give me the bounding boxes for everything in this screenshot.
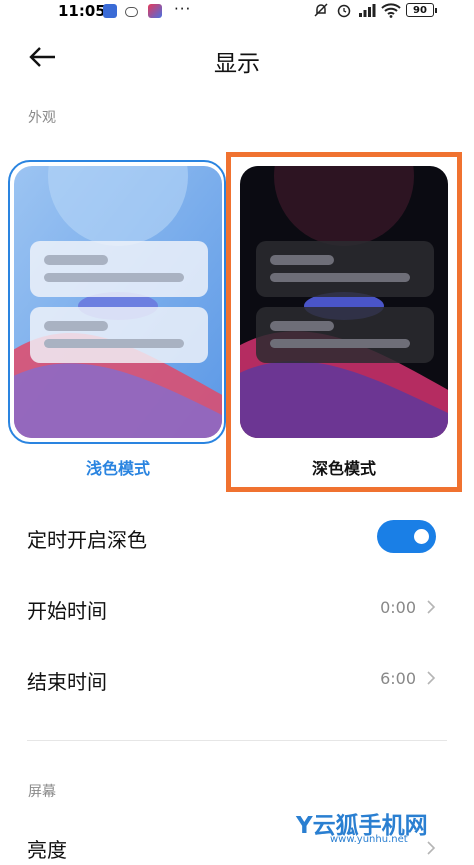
chevron-right-icon xyxy=(427,841,436,855)
cloud-icon xyxy=(125,7,138,17)
status-time: 11:05 xyxy=(58,2,106,20)
section-label-appearance: 外观 xyxy=(28,110,56,126)
scheduled-dark-toggle[interactable] xyxy=(377,520,436,553)
app-notification-icon xyxy=(103,4,117,18)
section-label-screen: 屏幕 xyxy=(28,784,56,800)
alarm-icon xyxy=(336,2,352,22)
watermark-url: www.yunhu.net xyxy=(330,834,408,845)
status-bar: 11:05 ··· 90 xyxy=(0,0,474,22)
chevron-right-icon xyxy=(427,600,436,614)
toggle-knob xyxy=(414,529,429,544)
page-title: 显示 xyxy=(214,51,260,77)
scheduled-dark-label: 定时开启深色 xyxy=(27,528,147,552)
video-app-icon xyxy=(148,4,162,18)
start-time-value[interactable]: 0:00 xyxy=(380,598,416,617)
battery-icon: 90 xyxy=(406,3,437,17)
dark-mode-preview[interactable] xyxy=(240,166,448,438)
brightness-label[interactable]: 亮度 xyxy=(27,834,67,863)
signal-icon xyxy=(358,2,376,22)
end-time-value[interactable]: 6:00 xyxy=(380,669,416,688)
page-header: 显示 xyxy=(0,34,474,82)
more-notifications-icon: ··· xyxy=(174,0,192,18)
chevron-right-icon xyxy=(427,671,436,685)
dark-mode-label[interactable]: 深色模式 xyxy=(240,455,448,479)
end-time-label[interactable]: 结束时间 xyxy=(27,666,107,695)
wifi-icon xyxy=(381,2,401,22)
light-mode-preview[interactable] xyxy=(14,166,222,438)
start-time-label[interactable]: 开始时间 xyxy=(27,595,107,624)
light-mode-label[interactable]: 浅色模式 xyxy=(14,455,222,479)
mute-icon xyxy=(313,2,329,22)
section-divider xyxy=(27,740,447,741)
